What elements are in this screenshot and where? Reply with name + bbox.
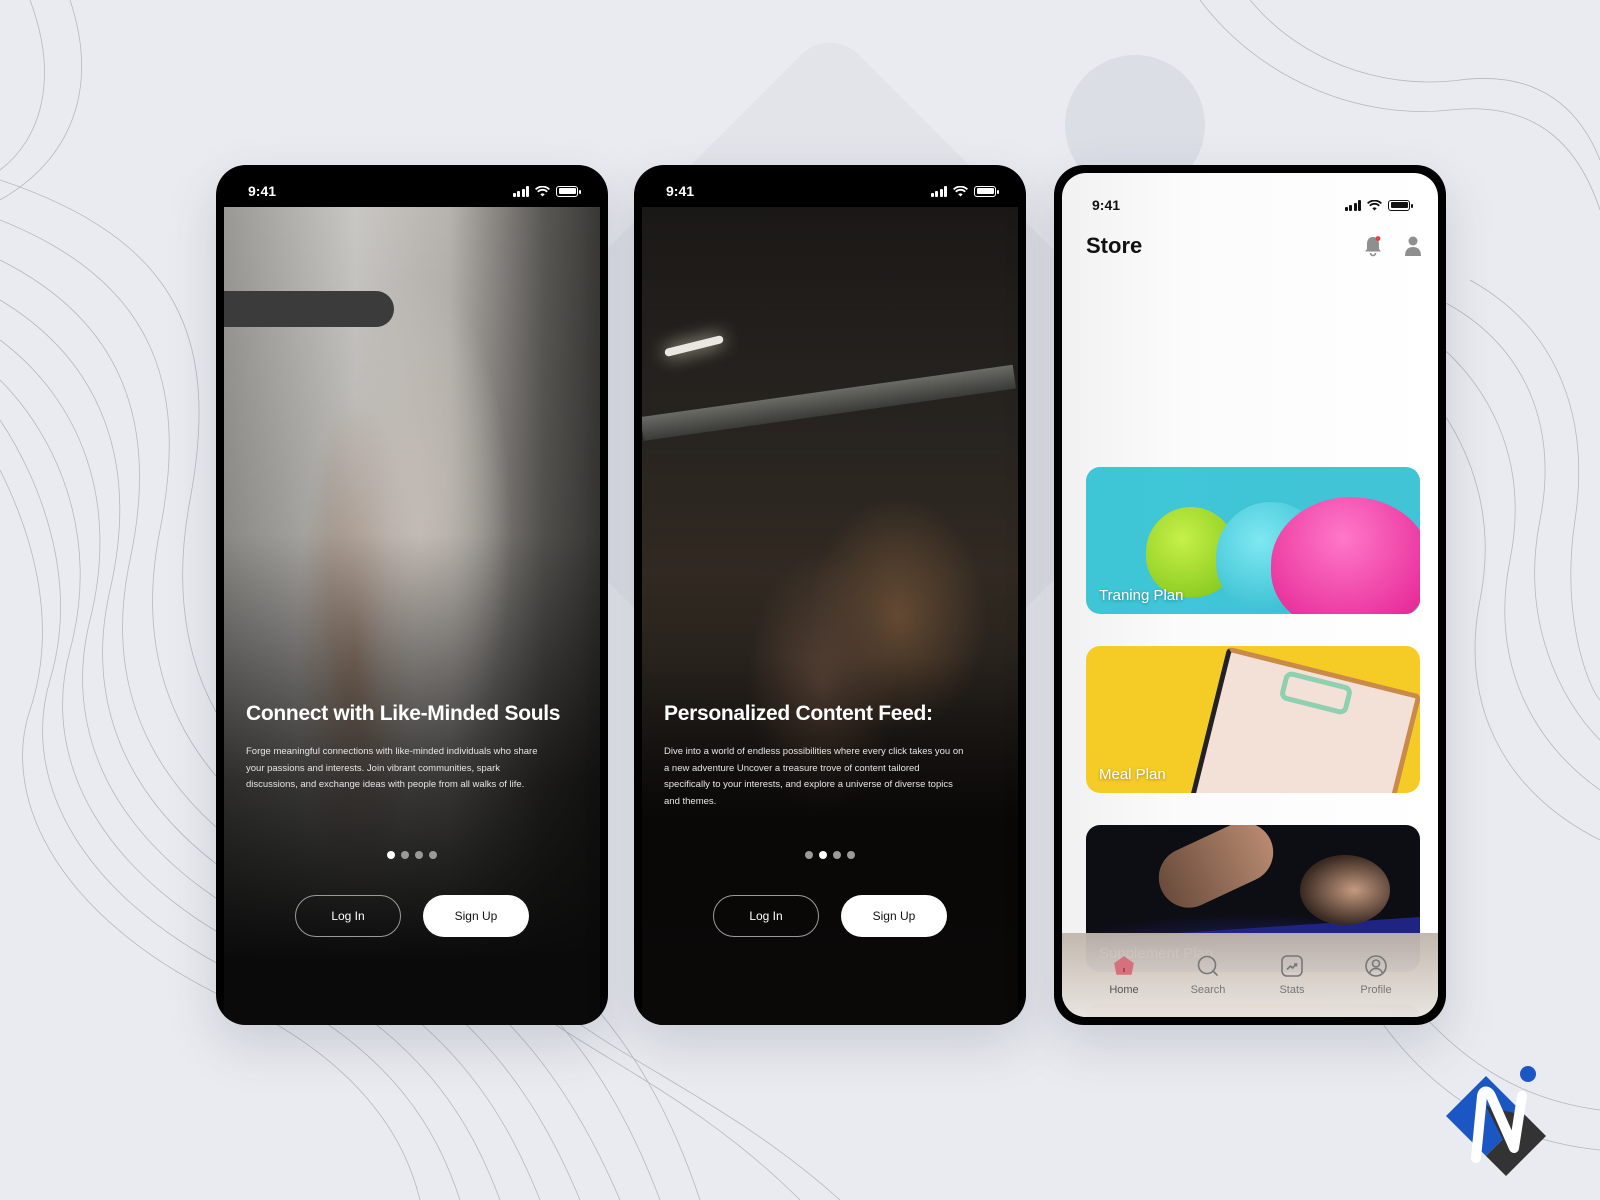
profile-icon (1365, 955, 1387, 977)
onboarding-title: Connect with Like-Minded Souls (246, 702, 561, 725)
login-button[interactable]: Log In (713, 895, 819, 937)
page-dot-1[interactable] (387, 851, 395, 859)
auth-buttons: Log In Sign Up (216, 895, 608, 937)
wifi-icon (953, 185, 968, 196)
bell-icon (1365, 236, 1381, 257)
home-icon (1114, 956, 1134, 975)
store-card-meal-plan[interactable]: Meal Plan (1086, 646, 1420, 793)
page-indicator (216, 851, 608, 859)
tab-label: Profile (1360, 984, 1392, 996)
page-title: Store (1086, 233, 1143, 258)
phone-onboarding-2: 9:41 Personalized Content Feed: Dive int… (634, 165, 1026, 1025)
notifications-button[interactable] (1362, 235, 1384, 257)
wifi-icon (1367, 199, 1382, 210)
onboarding-description: Forge meaningful connections with like-m… (246, 746, 538, 790)
tab-stats[interactable]: Stats (1262, 954, 1322, 996)
page-indicator (634, 851, 1026, 859)
onboarding-title: Personalized Content Feed: (664, 702, 933, 725)
exercise-person (1300, 855, 1390, 925)
store-screen: 9:41 Store Traning Plan Meal Plan Home S… (1062, 173, 1438, 1017)
signal-icon (930, 185, 947, 197)
user-icon (1405, 236, 1421, 256)
account-button[interactable] (1402, 235, 1424, 257)
onboarding-content: Connect with Like-Minded Souls Forge mea… (246, 702, 594, 794)
phone-onboarding-1: 9:41 Connect with Like-Minded Souls Forg… (216, 165, 608, 1025)
signal-icon (512, 185, 529, 197)
tab-home[interactable]: Home (1094, 954, 1154, 996)
battery-icon (974, 185, 999, 197)
card-label: Traning Plan (1099, 587, 1184, 604)
tab-label: Stats (1279, 984, 1305, 996)
clipboard-image (1186, 646, 1420, 793)
page-dot-4[interactable] (847, 851, 855, 859)
tab-label: Home (1109, 984, 1139, 996)
status-time: 9:41 (1092, 197, 1121, 213)
store-card-training-plan[interactable]: Traning Plan (1086, 467, 1420, 614)
page-dot-1[interactable] (805, 851, 813, 859)
battery-icon (1388, 199, 1413, 211)
wifi-icon (535, 185, 550, 196)
status-time: 9:41 (248, 183, 277, 199)
page-dot-3[interactable] (415, 851, 423, 859)
tab-label: Search (1190, 984, 1226, 996)
hero-bar-decoration (224, 291, 394, 327)
bottom-tab-bar: Home Search Stats Profile (1062, 933, 1438, 1017)
stats-icon (1281, 955, 1303, 977)
page-dot-2[interactable] (401, 851, 409, 859)
status-time: 9:41 (666, 183, 695, 199)
page-dot-2[interactable] (819, 851, 827, 859)
status-bar: 9:41 (1062, 179, 1438, 221)
brand-logo-icon (1446, 1066, 1546, 1176)
search-icon (1197, 955, 1218, 976)
phone-store: 9:41 Store Traning Plan Meal Plan Home S… (1054, 165, 1446, 1025)
store-header: Store (1086, 233, 1424, 259)
onboarding-content: Personalized Content Feed: Dive into a w… (664, 702, 1012, 810)
onboarding-description: Dive into a world of endless possibiliti… (664, 746, 964, 807)
signal-icon (1344, 199, 1361, 211)
battery-icon (556, 185, 581, 197)
status-bar: 9:41 (634, 165, 1026, 207)
card-label: Meal Plan (1099, 766, 1166, 783)
hero-duct (642, 364, 1017, 441)
login-button[interactable]: Log In (295, 895, 401, 937)
exercise-person-legs (1148, 825, 1284, 918)
status-bar: 9:41 (216, 165, 608, 207)
page-dot-4[interactable] (429, 851, 437, 859)
signup-button[interactable]: Sign Up (841, 895, 947, 937)
hero-ceiling-light (663, 334, 725, 358)
page-dot-3[interactable] (833, 851, 841, 859)
auth-buttons: Log In Sign Up (634, 895, 1026, 937)
signup-button[interactable]: Sign Up (423, 895, 529, 937)
tab-search[interactable]: Search (1178, 954, 1238, 996)
tab-profile[interactable]: Profile (1346, 954, 1406, 996)
